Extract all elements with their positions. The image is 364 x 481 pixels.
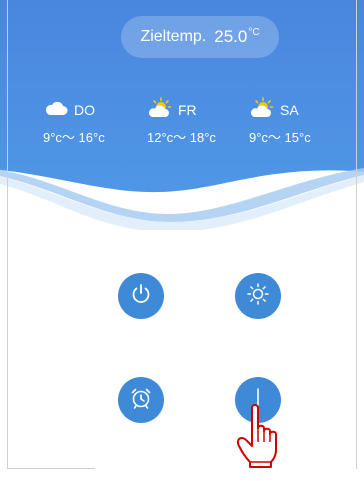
pointer-hand-icon — [237, 404, 277, 468]
forecast-day-name: FR — [178, 102, 197, 118]
alarm-button[interactable] — [118, 377, 164, 423]
target-label: Zieltemp. — [140, 28, 207, 45]
sun-cloud-icon — [250, 96, 274, 124]
sun-cloud-icon — [148, 96, 172, 124]
target-value: 25.0°C — [214, 27, 260, 46]
forecast-day-2: FR 12°c～ 18°c — [147, 96, 248, 146]
forecast-temp-range: 9°c～ 16°c — [43, 130, 105, 145]
forecast-day-name: DO — [74, 102, 95, 118]
power-button[interactable] — [118, 273, 164, 319]
power-icon — [129, 282, 153, 311]
forecast-temp-range: 9°c～ 15°c — [249, 130, 311, 145]
sun-icon — [246, 282, 270, 311]
forecast-temp-range: 12°c～ 18°c — [147, 130, 216, 145]
forecast-day-name: SA — [280, 102, 299, 118]
panel-border — [7, 0, 357, 469]
cloud-icon — [44, 99, 68, 122]
brightness-button[interactable] — [235, 273, 281, 319]
alarm-clock-icon — [129, 386, 153, 415]
thermostat-screen: Zieltemp. 25.0°C DO 9°c～ 16°c FR 12°c～ 1… — [0, 0, 364, 481]
bottom-divider — [7, 468, 95, 469]
target-temperature-pill[interactable]: Zieltemp. 25.0°C — [121, 16, 279, 58]
forecast-day-1: DO 9°c～ 16°c — [43, 98, 144, 146]
forecast-day-3: SA 9°c～ 15°c — [249, 96, 350, 146]
